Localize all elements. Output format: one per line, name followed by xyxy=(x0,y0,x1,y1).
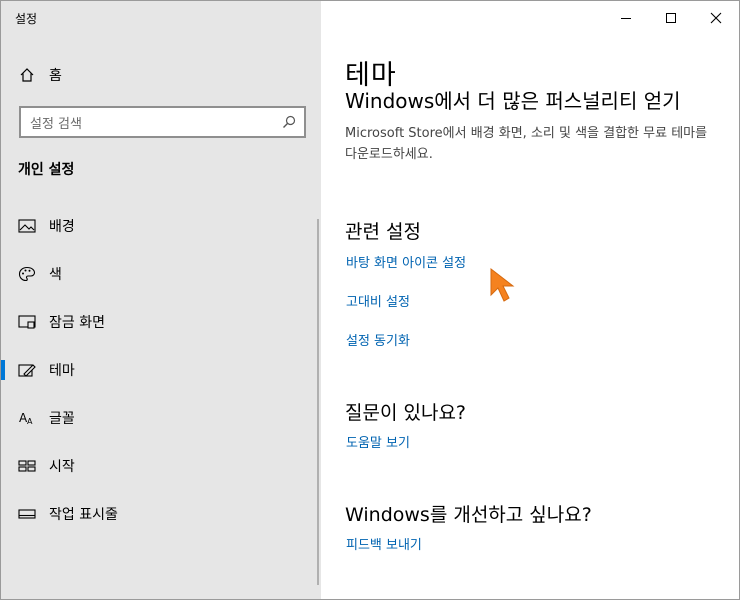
home-nav[interactable]: 홈 xyxy=(19,63,62,87)
theme-icon xyxy=(18,364,36,377)
maximize-icon xyxy=(666,13,676,23)
desktop-icon-settings-link[interactable]: 바탕 화면 아이콘 설정 xyxy=(346,252,466,271)
pane-divider xyxy=(317,219,319,585)
search-icon xyxy=(283,115,296,128)
sidebar-item-label: 작업 표시줄 xyxy=(49,507,118,523)
minimize-icon xyxy=(621,18,631,19)
minimize-button[interactable] xyxy=(611,6,641,30)
improve-windows-heading: Windows를 개선하고 싶나요? xyxy=(345,504,592,526)
themes-description: Microsoft Store에서 배경 화면, 소리 및 색을 결합한 무료 … xyxy=(345,126,708,162)
question-heading: 질문이 있나요? xyxy=(345,402,467,424)
sync-settings-link[interactable]: 설정 동기화 xyxy=(346,330,410,349)
sidebar-item-label: 잠금 화면 xyxy=(49,315,105,331)
close-button[interactable] xyxy=(701,6,731,30)
font-icon: A A xyxy=(19,411,33,426)
high-contrast-settings-link[interactable]: 고대비 설정 xyxy=(346,291,410,310)
sidebar-item-label: 글꼴 xyxy=(49,411,75,427)
sidebar: 설정 홈 설정 검색 개인 설정 배경 색 잠금 화면 테마 A A 글꼴 시작… xyxy=(1,1,321,599)
sidebar-item-label: 색 xyxy=(49,267,62,283)
section-title: 개인 설정 xyxy=(18,162,75,178)
close-icon xyxy=(710,12,722,24)
sidebar-item-color[interactable]: 색 xyxy=(1,254,321,294)
start-icon xyxy=(18,460,36,472)
palette-icon xyxy=(18,266,36,282)
sidebar-item-start[interactable]: 시작 xyxy=(1,446,321,486)
send-feedback-link[interactable]: 피드백 보내기 xyxy=(346,534,422,553)
sidebar-item-taskbar[interactable]: 작업 표시줄 xyxy=(1,494,321,534)
sidebar-item-background[interactable]: 배경 xyxy=(1,206,321,246)
taskbar-icon xyxy=(18,509,36,519)
sidebar-item-theme[interactable]: 테마 xyxy=(1,350,321,390)
sidebar-item-label: 배경 xyxy=(49,219,75,235)
search-placeholder: 설정 검색 xyxy=(30,116,82,132)
related-settings-heading: 관련 설정 xyxy=(345,221,421,243)
maximize-button[interactable] xyxy=(656,6,686,30)
app-title: 설정 xyxy=(15,12,38,26)
main-content: 테마 Windows에서 더 많은 퍼스널리티 얻기 Microsoft Sto… xyxy=(321,1,739,599)
settings-window: 설정 홈 설정 검색 개인 설정 배경 색 잠금 화면 테마 A A 글꼴 시작… xyxy=(0,0,740,600)
lock-screen-icon xyxy=(18,315,36,329)
svg-text:A: A xyxy=(27,417,33,426)
image-icon xyxy=(18,219,36,233)
mouse-cursor-icon xyxy=(490,267,515,302)
home-label: 홈 xyxy=(49,68,62,84)
sidebar-item-fonts[interactable]: A A 글꼴 xyxy=(1,398,321,438)
get-more-themes-heading: Windows에서 더 많은 퍼스널리티 얻기 xyxy=(345,90,725,112)
home-icon xyxy=(20,68,34,82)
sidebar-item-lock-screen[interactable]: 잠금 화면 xyxy=(1,302,321,342)
heading-text: Windows에서 더 많은 퍼스널리티 얻기 xyxy=(345,90,681,112)
search-input[interactable]: 설정 검색 xyxy=(19,106,306,138)
page-title: 테마 xyxy=(345,60,397,91)
sidebar-item-label: 테마 xyxy=(49,363,75,379)
sidebar-item-label: 시작 xyxy=(49,459,75,475)
get-help-link[interactable]: 도움말 보기 xyxy=(346,432,410,451)
